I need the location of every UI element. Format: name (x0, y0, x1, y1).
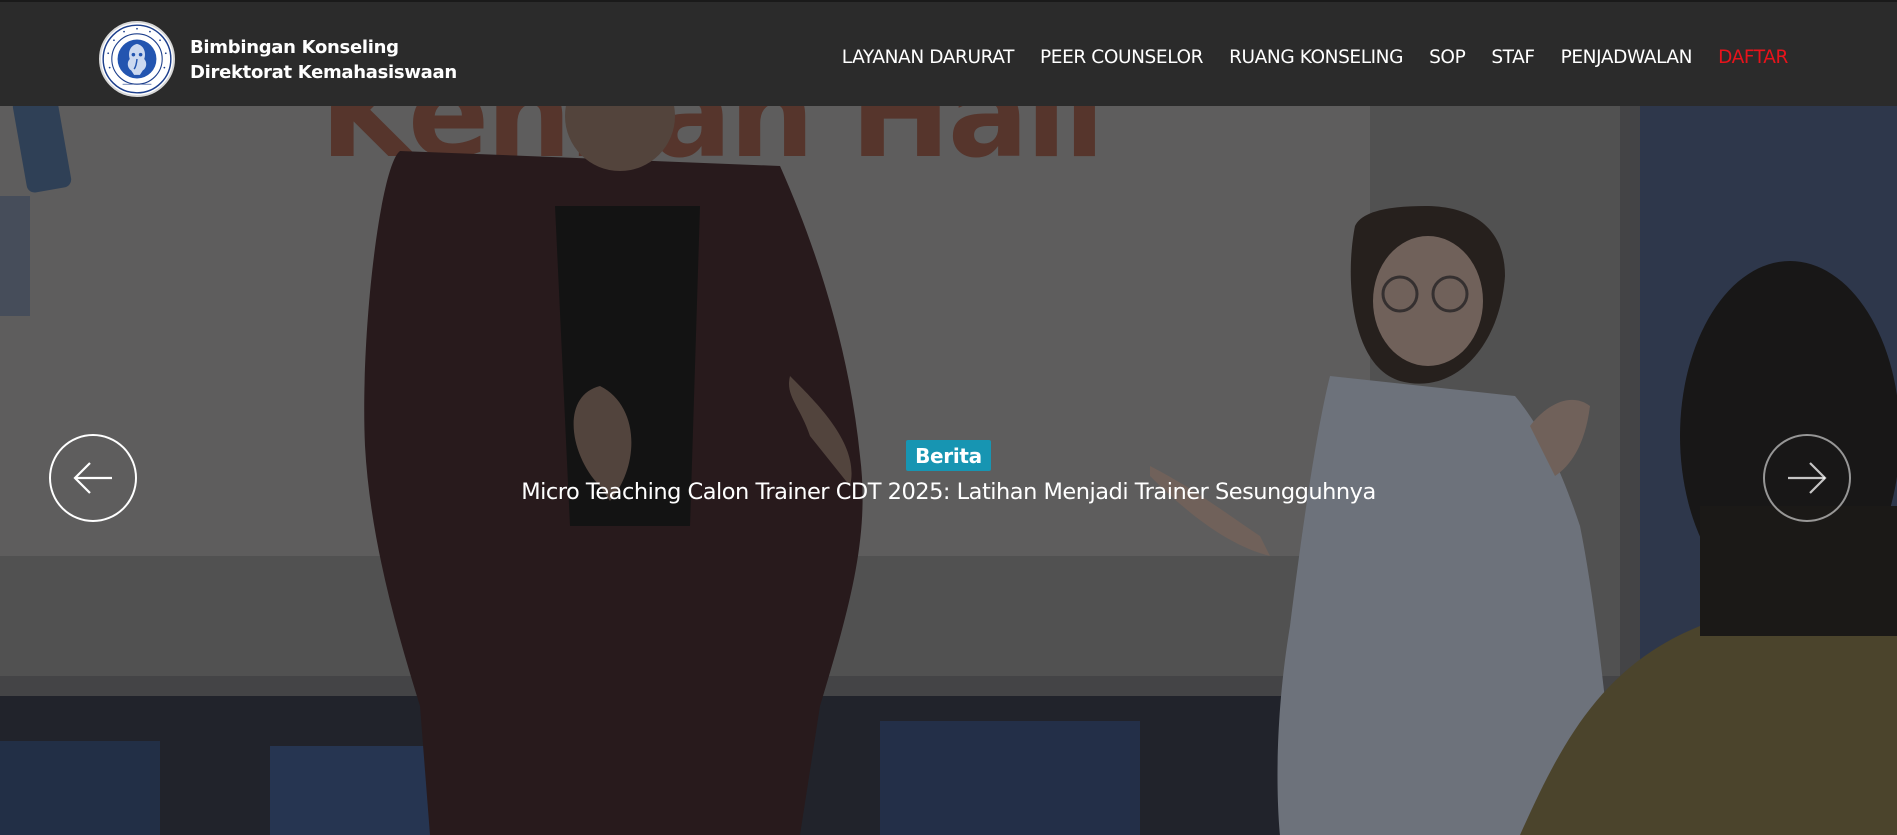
site-header: Bimbingan Konseling Direktorat Kemahasis… (0, 0, 1897, 106)
slide-caption: Berita Micro Teaching Calon Trainer CDT … (0, 440, 1897, 505)
nav-sop[interactable]: SOP (1429, 47, 1466, 68)
category-badge[interactable]: Berita (906, 440, 991, 471)
slide-headline[interactable]: Micro Teaching Calon Trainer CDT 2025: L… (0, 479, 1897, 505)
nav-staf[interactable]: STAF (1491, 47, 1535, 68)
nav-layanan-darurat[interactable]: LAYANAN DARURAT (842, 47, 1015, 68)
main-nav: LAYANAN DARURAT PEER COUNSELOR RUANG KON… (842, 47, 1789, 68)
site-brand[interactable]: Bimbingan Konseling Direktorat Kemahasis… (190, 35, 457, 85)
nav-penjadwalan[interactable]: PENJADWALAN (1561, 47, 1693, 68)
brand-line1: Bimbingan Konseling (190, 37, 399, 58)
ganesha-emblem-icon (102, 24, 172, 94)
nav-peer-counselor[interactable]: PEER COUNSELOR (1040, 47, 1203, 68)
nav-ruang-konseling[interactable]: RUANG KONSELING (1229, 47, 1403, 68)
nav-daftar[interactable]: DAFTAR (1718, 47, 1788, 68)
itb-logo[interactable] (99, 21, 175, 97)
hero-carousel: Kennan Hall Berita Micro Teaching Calon … (0, 106, 1897, 835)
brand-line2: Direktorat Kemahasiswaan (190, 62, 457, 83)
